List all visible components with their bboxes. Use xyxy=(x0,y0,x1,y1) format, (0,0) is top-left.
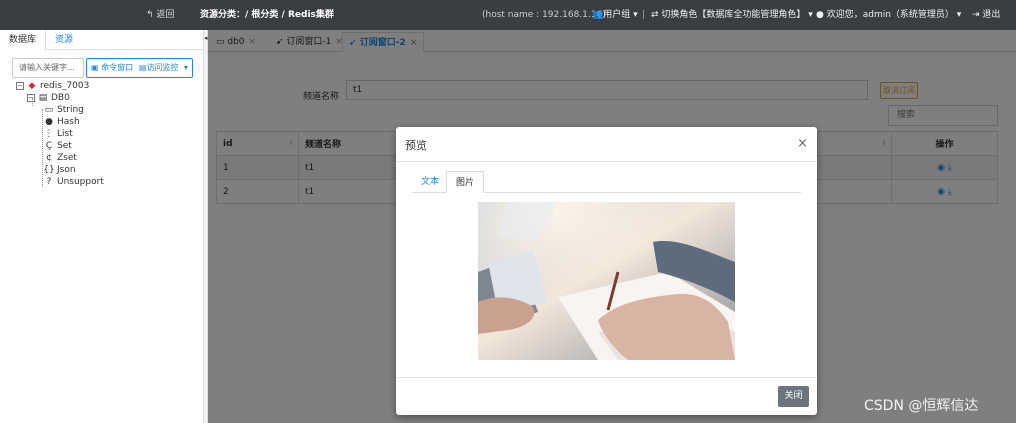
tree-node-redis[interactable]: − ◆ redis_7003 xyxy=(16,80,89,92)
logout-icon: ⇥ xyxy=(972,10,983,20)
close-button[interactable]: 关闭 xyxy=(778,386,809,407)
tree-node-unsupport[interactable]: ? Unsupport xyxy=(43,176,104,188)
left-tabs: 数据库 资源 xyxy=(0,30,203,50)
zset-icon: ¢ xyxy=(46,153,52,163)
switch-icon: ⇄ xyxy=(651,10,662,20)
tree-node-hash[interactable]: ● Hash xyxy=(43,116,80,128)
left-panel: 数据库 资源 请输入关键字... ▣ 命令窗口 ▤访问监控 ▾ − ◆ redis_… xyxy=(0,30,204,423)
user-icon: ● xyxy=(816,10,827,20)
brand-area xyxy=(0,0,136,30)
tab-image[interactable]: 图片 xyxy=(446,171,485,193)
preview-modal: 预览 × 文本 图片 关闭 xyxy=(396,127,817,415)
question-icon: ? xyxy=(46,177,52,187)
tree-search-input[interactable]: 请输入关键字... xyxy=(12,58,84,78)
chevron-down-icon: ▾ xyxy=(183,63,188,72)
top-bar: ↰ 返回 资源分类：/ 根分类 / Redis集群 (host name : 1… xyxy=(0,0,1016,30)
tab-text[interactable]: 文本 xyxy=(412,171,448,193)
tree-node-zset[interactable]: ¢ Zset xyxy=(43,152,77,164)
back-icon: ↰ xyxy=(146,10,157,20)
string-icon: ▭ xyxy=(44,105,54,115)
modal-header: 预览 × xyxy=(396,127,817,162)
preview-tabs: 文本 图片 xyxy=(412,171,801,193)
tab-resource[interactable]: 资源 xyxy=(46,30,82,50)
tree-node-list[interactable]: ⋮ List xyxy=(43,128,73,140)
back-button[interactable]: ↰ 返回 xyxy=(146,0,174,30)
tree-node-db0[interactable]: − ▤ DB0 xyxy=(27,92,70,104)
tree-node-set[interactable]: Ç Set xyxy=(43,140,72,152)
more-dropdown-button[interactable]: ▾ xyxy=(180,58,193,78)
database-icon: ▤ xyxy=(38,93,48,103)
set-icon: Ç xyxy=(45,141,53,151)
watermark: CSDN @恒辉信达 xyxy=(864,398,979,414)
switch-role-menu[interactable]: ⇄ 切换角色【数据库全功能管理角色】 ▾ xyxy=(651,0,813,30)
terminal-icon: ▣ xyxy=(91,63,102,72)
users-icon: 👥 xyxy=(592,10,604,20)
breadcrumb: 资源分类：/ 根分类 / Redis集群 xyxy=(200,10,334,20)
host-name: (host name : 192.168.1.16) xyxy=(482,10,606,20)
modal-title: 预览 xyxy=(405,139,427,152)
command-window-button[interactable]: ▣ 命令窗口 xyxy=(86,58,139,78)
collapse-icon[interactable]: − xyxy=(27,93,35,102)
chart-icon: ▤ xyxy=(139,63,147,72)
redis-icon: ◆ xyxy=(28,81,36,91)
user-menu[interactable]: ● 欢迎您，admin（系统管理员） ▾ xyxy=(816,0,961,30)
modal-footer: 关闭 xyxy=(396,377,817,415)
preview-image xyxy=(478,202,735,360)
tree-node-string[interactable]: ▭ String xyxy=(43,104,84,116)
json-icon: {} xyxy=(43,165,55,175)
user-group-menu[interactable]: 👥用户组 ▾ xyxy=(592,0,638,30)
hands-writing-photo xyxy=(478,202,735,360)
access-monitor-button[interactable]: ▤访问监控 xyxy=(135,58,184,78)
collapse-arrow-icon[interactable]: ◂ xyxy=(204,34,208,42)
hash-icon: ● xyxy=(45,117,53,127)
tab-database[interactable]: 数据库 xyxy=(0,30,47,50)
collapse-icon[interactable]: − xyxy=(16,81,24,90)
tree-node-json[interactable]: {} Json xyxy=(43,164,75,176)
list-icon: ⋮ xyxy=(44,129,54,139)
separator: | xyxy=(642,10,646,20)
logout-button[interactable]: ⇥ 退出 xyxy=(972,0,1000,30)
close-icon[interactable]: × xyxy=(797,136,808,151)
